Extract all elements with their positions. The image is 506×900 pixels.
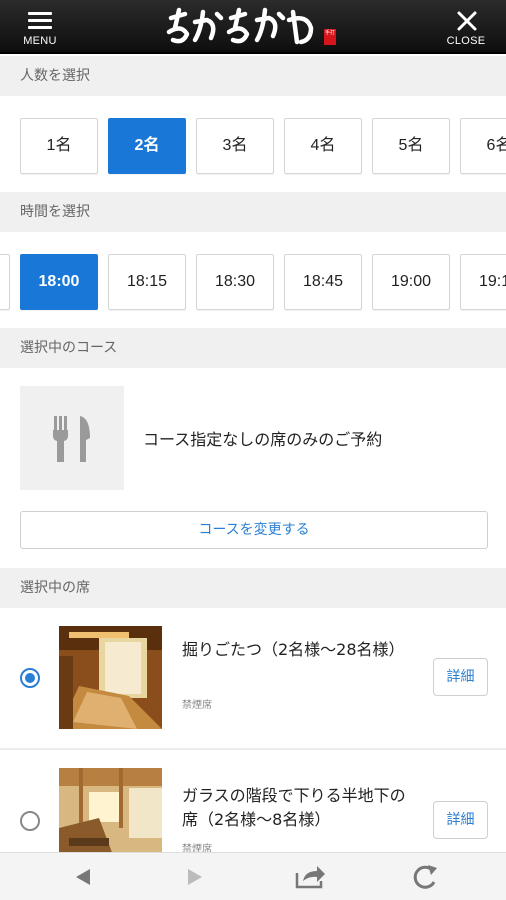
seat-option[interactable]: 掘りごたつ（2名様～28名様） 禁煙席 詳細 xyxy=(0,608,506,748)
reload-button[interactable] xyxy=(400,853,450,900)
seat-detail-button[interactable]: 詳細 xyxy=(433,801,488,839)
logo-graphic xyxy=(166,7,314,45)
app-header: MENU 手打 CLOSE xyxy=(0,0,506,54)
course-section-title: 選択中のコース xyxy=(0,328,506,368)
change-course-button[interactable]: コースを変更する xyxy=(20,511,488,549)
share-button[interactable] xyxy=(285,853,335,900)
seat-title: 掘りごたつ（2名様～28名様） xyxy=(182,640,405,659)
people-option-2[interactable]: 2名 xyxy=(108,118,186,174)
forward-button[interactable] xyxy=(170,853,220,900)
seat-radio[interactable] xyxy=(20,811,40,831)
course-thumbnail xyxy=(20,386,124,490)
seat-smoking-status: 禁煙席 xyxy=(182,700,212,711)
seat-option[interactable]: ガラスの階段で下りる半地下の席（2名様～8名様） 禁煙席 詳細 xyxy=(0,750,506,855)
time-selector: 18:00 18:15 18:30 18:45 19:00 19:15 xyxy=(0,232,506,328)
close-button[interactable]: CLOSE xyxy=(434,0,498,54)
menu-label: MENU xyxy=(23,35,57,47)
time-option-1900[interactable]: 19:00 xyxy=(372,254,450,310)
back-icon xyxy=(76,869,90,885)
people-option-4[interactable]: 4名 xyxy=(284,118,362,174)
people-option-5[interactable]: 5名 xyxy=(372,118,450,174)
close-icon xyxy=(457,11,477,31)
hamburger-icon xyxy=(28,12,52,30)
seat-detail-button[interactable]: 詳細 xyxy=(433,658,488,696)
time-option-1815[interactable]: 18:15 xyxy=(108,254,186,310)
seat-photo xyxy=(59,768,162,852)
time-option-prev[interactable] xyxy=(0,254,10,310)
reload-icon xyxy=(413,865,437,889)
people-option-6[interactable]: 6名 xyxy=(460,118,506,174)
back-button[interactable] xyxy=(58,853,108,900)
fork-knife-icon xyxy=(53,416,90,462)
menu-button[interactable]: MENU xyxy=(8,0,72,54)
people-option-1[interactable]: 1名 xyxy=(20,118,98,174)
time-option-1830[interactable]: 18:30 xyxy=(196,254,274,310)
time-section-title: 時間を選択 xyxy=(0,192,506,232)
people-option-3[interactable]: 3名 xyxy=(196,118,274,174)
course-name: コース指定なしの席のみのご予約 xyxy=(143,430,383,449)
people-selector: 1名 2名 3名 4名 5名 6名 xyxy=(0,96,506,192)
seat-photo xyxy=(59,626,162,729)
time-option-1800[interactable]: 18:00 xyxy=(20,254,98,310)
seat-radio-selected[interactable] xyxy=(20,668,40,688)
close-label: CLOSE xyxy=(446,35,486,47)
logo-seal: 手打 xyxy=(324,29,336,45)
browser-toolbar xyxy=(0,852,506,900)
course-panel: コース指定なしの席のみのご予約 コースを変更する xyxy=(0,368,506,568)
time-option-1915[interactable]: 19:15 xyxy=(460,254,506,310)
seat-title: ガラスの階段で下りる半地下の席（2名様～8名様） xyxy=(182,786,406,829)
brand-logo: 手打 xyxy=(165,6,340,48)
people-section-title: 人数を選択 xyxy=(0,56,506,96)
seat-section-title: 選択中の席 xyxy=(0,568,506,608)
share-icon xyxy=(295,866,325,889)
forward-icon xyxy=(188,869,202,885)
time-option-1845[interactable]: 18:45 xyxy=(284,254,362,310)
